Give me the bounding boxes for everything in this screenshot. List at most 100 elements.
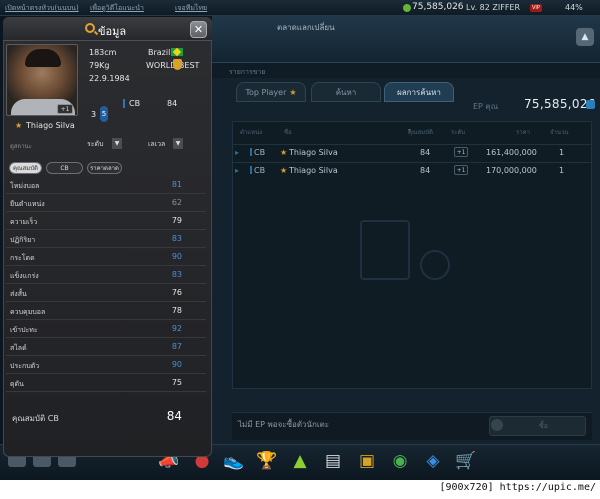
player-position-ovr: 84 bbox=[167, 99, 178, 108]
stat-name: แข็งแกร่ง bbox=[10, 272, 39, 280]
shop-cart-icon[interactable]: 🛒 bbox=[454, 449, 478, 473]
scroll-up-button[interactable]: ▲ bbox=[576, 28, 594, 46]
col-ovr-label: คุณสมบัติ bbox=[408, 129, 433, 136]
row-ovr: 84 bbox=[420, 148, 431, 157]
sell-list-link[interactable]: รายการขาย bbox=[229, 67, 266, 78]
stat-row: สไลด์ 87 bbox=[6, 338, 206, 356]
boot-icon[interactable]: 👟 bbox=[222, 449, 246, 473]
pyramid-icon[interactable]: ▲ bbox=[288, 449, 312, 473]
tab-top-player-label: Top Player bbox=[245, 87, 287, 97]
stat-name: กระโดด bbox=[10, 254, 35, 262]
stat-value: 92 bbox=[171, 324, 182, 333]
results-table-header: ตำแหน่ง ชื่อ คุณสมบัติ ▾ ระดับ ราคา จำนว… bbox=[232, 127, 592, 139]
gear-watermark-icon bbox=[420, 250, 450, 280]
player-level-badge: +1 bbox=[57, 104, 73, 114]
stat-value: 81 bbox=[171, 180, 182, 189]
battery-level: 44% bbox=[565, 3, 583, 12]
market-title: ตลาดแลกเปลี่ยน bbox=[277, 23, 335, 32]
stat-row: ยืนตำแหน่ง 62 bbox=[6, 194, 206, 212]
row-price: 170,000,000 bbox=[486, 166, 537, 175]
coin-icon bbox=[403, 4, 411, 12]
top-link-1[interactable]: เปิดหน้าตรงหัวบ(นนบน) bbox=[5, 3, 79, 14]
row-select-icon: ▸ bbox=[235, 166, 240, 175]
stat-value: 87 bbox=[171, 342, 182, 351]
info-title: ข้อมูล bbox=[98, 25, 127, 38]
cards-icon[interactable]: ▤ bbox=[321, 449, 345, 473]
chevron-down-icon[interactable]: ▼ bbox=[173, 138, 183, 149]
level-select[interactable]: เลเวล bbox=[148, 139, 165, 150]
buy-toggle-icon bbox=[491, 419, 503, 431]
row-qty: 1 bbox=[559, 166, 565, 175]
top-link-2[interactable]: เพื่อดูวิดีโอแนะนำ bbox=[90, 3, 144, 14]
trophy-icon[interactable]: 🏆 bbox=[255, 449, 279, 473]
tab-attributes[interactable]: คุณสมบัติ bbox=[9, 162, 42, 174]
buy-button-label: ซื้อ bbox=[539, 422, 548, 430]
watermark-text: [900x720] https://upic.me/ bbox=[439, 482, 596, 493]
player-height: 183cm bbox=[89, 48, 117, 57]
row-player-name: Thiago Silva bbox=[289, 148, 338, 157]
manager-level: Lv. 82 ZIFFER bbox=[466, 3, 521, 12]
stat-value: 79 bbox=[171, 216, 182, 225]
row-position: CB bbox=[250, 148, 265, 157]
chevron-down-icon[interactable]: ▼ bbox=[112, 138, 122, 149]
stat-value: 78 bbox=[171, 306, 182, 315]
col-qty[interactable]: จำนวน bbox=[550, 127, 568, 137]
coin-balance: 75,585,026 bbox=[412, 2, 464, 12]
club-badge-icon[interactable]: ◉ bbox=[388, 449, 412, 473]
no-ep-message: ไม่มี EP พอจะซื้อตัวนักเตะ bbox=[238, 420, 330, 429]
stat-name: โหม่งบอล bbox=[10, 182, 40, 190]
stat-name: ประกบตัว bbox=[10, 362, 40, 370]
tab-search-label: ค้นหา bbox=[335, 87, 357, 97]
player-birthdate: 22.9.1984 bbox=[89, 74, 130, 83]
player-name: Thiago Silva bbox=[26, 121, 75, 130]
clipboard-watermark-icon bbox=[360, 220, 410, 280]
card-pack-icon[interactable]: ▣ bbox=[355, 449, 379, 473]
tab-position-cb[interactable]: CB bbox=[46, 162, 83, 174]
col-ovr[interactable]: คุณสมบัติ ▾ bbox=[408, 127, 433, 136]
overall-row: คุณสมบัติ CB 84 bbox=[6, 403, 206, 429]
brazil-flag-icon bbox=[171, 48, 183, 56]
row-qty: 1 bbox=[559, 148, 565, 157]
overall-label: คุณสมบัติ CB bbox=[12, 414, 59, 423]
tab-top-player[interactable]: Top Player ★ bbox=[236, 82, 306, 102]
tab-search-results[interactable]: ผลการค้นหา bbox=[384, 82, 454, 102]
table-row[interactable]: ▸ CB ★ Thiago Silva 84 +1 161,400,000 1 bbox=[232, 144, 592, 161]
stat-value: 83 bbox=[171, 270, 182, 279]
player-weight: 79Kg bbox=[89, 61, 110, 70]
vip-badge: VIP bbox=[530, 4, 542, 12]
stat-value: 90 bbox=[171, 360, 182, 369]
player-country: Brazil bbox=[148, 48, 171, 57]
table-row[interactable]: ▸ CB ★ Thiago Silva 84 +1 170,000,000 1 bbox=[232, 162, 592, 179]
top-bar: เปิดหน้าตรงหัวบ(นนบน) เพื่อดูวิดีโอแนะนำ… bbox=[0, 0, 600, 16]
stat-value: 75 bbox=[171, 378, 182, 387]
ep-icon bbox=[586, 100, 595, 109]
stat-name: ดุดัน bbox=[10, 380, 24, 388]
stat-name: เข้าปะทะ bbox=[10, 326, 38, 334]
col-position[interactable]: ตำแหน่ง bbox=[240, 127, 262, 137]
col-price[interactable]: ราคา bbox=[516, 127, 530, 137]
search-icon bbox=[85, 23, 95, 33]
stat-name: ยืนตำแหน่ง bbox=[10, 200, 45, 208]
top-link-3[interactable]: เจอทีมไทย bbox=[175, 3, 207, 14]
stat-row: ความเร็ว 79 bbox=[6, 212, 206, 230]
stat-row: ส่งสั้น 76 bbox=[6, 284, 206, 302]
col-name[interactable]: ชื่อ bbox=[284, 127, 292, 137]
stat-row: แข็งแกร่ง 83 bbox=[6, 266, 206, 284]
tools-icon[interactable]: ◈ bbox=[421, 449, 445, 473]
close-button[interactable]: ✕ bbox=[190, 21, 207, 38]
stat-row: ประกบตัว 90 bbox=[6, 356, 206, 374]
stat-name: ควบคุมบอล bbox=[10, 308, 46, 316]
buy-button[interactable] bbox=[489, 416, 586, 436]
row-player-name: Thiago Silva bbox=[289, 166, 338, 175]
stat-row: เข้าปะทะ 92 bbox=[6, 320, 206, 338]
stat-value: 90 bbox=[171, 252, 182, 261]
row-select-icon: ▸ bbox=[235, 148, 240, 157]
stat-row: ดุดัน 75 bbox=[6, 374, 206, 392]
ep-value: 75,585,026 bbox=[524, 97, 596, 111]
player-position: CB bbox=[129, 99, 141, 108]
grade-select[interactable]: ระดับ bbox=[87, 139, 104, 150]
col-level[interactable]: ระดับ bbox=[451, 127, 465, 137]
tab-search[interactable]: ค้นหา bbox=[311, 82, 381, 102]
tab-market-price[interactable]: ราคาตลาด bbox=[87, 162, 122, 174]
stat-value: 76 bbox=[171, 288, 182, 297]
